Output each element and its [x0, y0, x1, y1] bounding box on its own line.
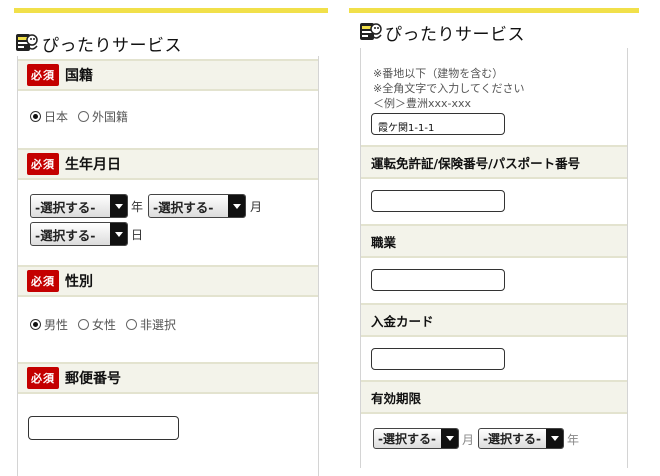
radio-label-male: 男性 — [44, 318, 69, 332]
radio-label-female: 女性 — [92, 318, 117, 332]
section-label-card: 入金カード — [371, 313, 434, 329]
dropdown-arrow-icon — [228, 195, 245, 217]
required-badge: 必須 — [27, 367, 59, 389]
mascot-logo-icon — [359, 20, 382, 42]
address-note-1: ※番地以下（建物を含む） — [373, 67, 504, 80]
postal-code-input[interactable] — [28, 416, 179, 440]
section-label-nationality: 国籍 — [65, 68, 93, 84]
radio-unchecked-icon — [126, 319, 138, 330]
address-note-2: ※全角文字で入力してください — [373, 82, 525, 95]
required-badge: 必須 — [27, 64, 59, 86]
radio-label-japan: 日本 — [44, 110, 69, 124]
section-label-occupation: 職業 — [371, 234, 397, 250]
month-unit: 月 — [250, 200, 263, 214]
birth-year-select-value: -選択する- — [35, 199, 96, 215]
birth-year-select[interactable]: -選択する- — [30, 194, 128, 218]
top-accent-bar — [14, 8, 328, 13]
radio-foreign[interactable]: 外国籍 — [78, 108, 128, 125]
radio-japan[interactable]: 日本 — [30, 108, 68, 125]
section-header-nationality: 必須 国籍 — [18, 59, 318, 91]
dropdown-arrow-icon — [546, 429, 563, 448]
expiry-year-select-value: -選択する- — [483, 432, 541, 446]
form-panel: ※番地以下（建物を含む） ※全角文字で入力してください ＜例＞豊洲xxx-xxx… — [360, 48, 628, 468]
birth-day-select[interactable]: -選択する- — [30, 222, 128, 246]
occupation-input[interactable] — [371, 269, 505, 291]
day-unit: 日 — [131, 228, 144, 242]
section-label-gender: 性別 — [65, 274, 93, 290]
birth-month-select[interactable]: -選択する- — [148, 194, 246, 218]
app-title: ぴったりサービス — [42, 36, 182, 56]
year-unit: 年 — [131, 200, 144, 214]
required-badge: 必須 — [27, 270, 59, 292]
required-badge: 必須 — [27, 153, 59, 175]
mascot-logo-icon — [15, 31, 38, 53]
address-example: ＜例＞豊洲xxx-xxx — [373, 97, 472, 110]
card-input[interactable] — [371, 348, 505, 370]
address-input[interactable]: 霞ケ関1-1-1 — [371, 113, 505, 135]
expiry-year-select[interactable]: -選択する- — [478, 428, 564, 449]
dropdown-arrow-icon — [110, 223, 127, 245]
right-screen: ぴったりサービス ※番地以下（建物を含む） ※全角文字で入力してください ＜例＞… — [347, 0, 660, 468]
license-number-input[interactable] — [371, 190, 505, 212]
radio-label-foreign: 外国籍 — [92, 110, 129, 124]
section-header-expiry: 有効期限 — [361, 380, 627, 414]
section-label-birthdate: 生年月日 — [65, 157, 121, 173]
expiry-month-unit: 月 — [462, 433, 475, 447]
radio-checked-icon — [30, 319, 41, 330]
app-title: ぴったりサービス — [385, 25, 525, 45]
nationality-radio-group: 日本 外国籍 — [30, 108, 138, 125]
birth-month-select-value: -選択する- — [153, 199, 214, 215]
radio-checked-icon — [30, 111, 41, 122]
section-label-postal: 郵便番号 — [65, 371, 121, 387]
expiry-month-select-value: -選択する- — [378, 432, 436, 446]
section-header-birthdate: 必須 生年月日 — [18, 148, 318, 180]
section-header-license: 運転免許証/保険番号/パスポート番号 — [361, 145, 627, 179]
radio-female[interactable]: 女性 — [78, 316, 116, 333]
section-header-card: 入金カード — [361, 303, 627, 337]
radio-unchecked-icon — [78, 111, 90, 122]
section-header-postal: 必須 郵便番号 — [18, 362, 318, 394]
gender-radio-group: 男性 女性 非選択 — [30, 316, 186, 333]
expiry-month-select[interactable]: -選択する- — [373, 428, 459, 449]
section-header-gender: 必須 性別 — [18, 265, 318, 297]
top-accent-bar — [349, 8, 639, 13]
section-label-license: 運転免許証/保険番号/パスポート番号 — [371, 155, 581, 171]
section-label-expiry: 有効期限 — [371, 390, 422, 406]
radio-male[interactable]: 男性 — [30, 316, 68, 333]
birth-day-select-value: -選択する- — [35, 227, 96, 243]
radio-unchecked-icon — [78, 319, 90, 330]
left-screen: ぴったりサービス 必須 国籍 日本 外国籍 必須 生年月日 -選択する- 年 -… — [0, 0, 330, 476]
radio-label-unspecified: 非選択 — [140, 318, 177, 332]
dropdown-arrow-icon — [441, 429, 458, 448]
expiry-year-unit: 年 — [567, 433, 580, 447]
radio-unspecified[interactable]: 非選択 — [126, 316, 176, 333]
form-panel: 必須 国籍 日本 外国籍 必須 生年月日 -選択する- 年 -選択する- 月 -… — [17, 56, 319, 476]
section-header-occupation: 職業 — [361, 224, 627, 258]
dropdown-arrow-icon — [110, 195, 127, 217]
